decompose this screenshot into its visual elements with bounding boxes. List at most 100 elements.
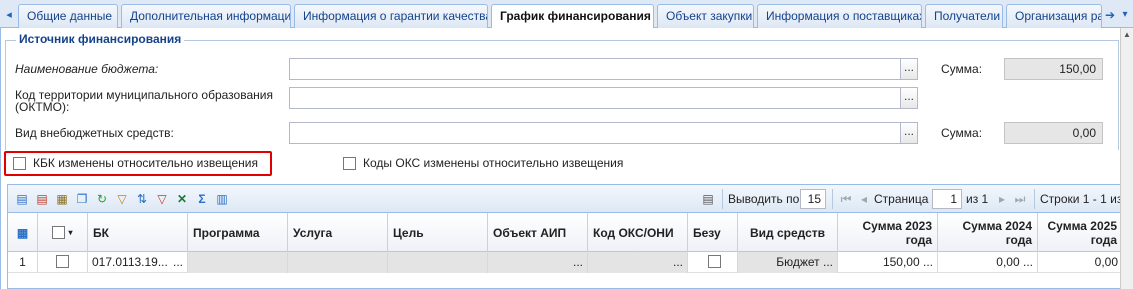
grid-toolbar: ▤ ▤ ▦ ❐ ↻ ▽ ⇅ ▽ ✕ Σ ▥ ▤ Выводить по 15 ⏮… — [8, 185, 1122, 213]
tabs-scroll-right-icon[interactable]: ➔ — [1103, 6, 1117, 24]
page-settings-icon[interactable]: ▤ — [700, 191, 716, 207]
tab-organization[interactable]: Организация раз — [1006, 4, 1102, 28]
page-size-value: 15 — [807, 192, 821, 206]
tab-content-panel: Источник финансирования Наименование бюд… — [0, 28, 1122, 289]
sum-budget-field: 150,00 — [1004, 58, 1103, 80]
table-row[interactable]: 1 017.0113.19...... ... ... Бюджет ... 1… — [8, 252, 1122, 273]
tab-label: Получатели — [934, 9, 1001, 23]
chevron-down-icon[interactable]: ▾ — [68, 228, 72, 237]
next-page-icon[interactable]: ▸ — [994, 191, 1010, 207]
tab-suppliers-info[interactable]: Информация о поставщиках — [757, 4, 922, 28]
oktmo-lookup-button[interactable]: ... — [900, 87, 918, 109]
toolbar-separator — [722, 189, 723, 209]
row-program — [188, 252, 288, 273]
last-page-icon[interactable]: ⏭ — [1012, 191, 1028, 207]
col-aip-object[interactable]: Объект АИП — [488, 213, 588, 252]
col-sum-2023-line2: года — [905, 232, 932, 247]
row-unconditional-checkbox[interactable] — [708, 255, 721, 268]
col-sum-2025-line1: Сумма 2025 — [1047, 218, 1117, 233]
budget-name-lookup-button[interactable]: ... — [900, 58, 918, 80]
prev-page-icon[interactable]: ◂ — [856, 191, 872, 207]
vertical-scrollbar[interactable]: ▲ — [1120, 28, 1133, 289]
page-size-input[interactable]: 15 — [800, 189, 826, 209]
column-settings-icon[interactable]: ▦ — [8, 213, 38, 252]
row-sum-2025-value: 0,00 — [1094, 255, 1118, 269]
row-aip-object[interactable]: ... — [488, 252, 588, 273]
row-fund-type[interactable]: Бюджет ... — [738, 252, 838, 273]
col-sum-2024[interactable]: Сумма 2024 года — [938, 213, 1038, 252]
row-bk-dots[interactable]: ... — [173, 252, 183, 272]
tabs-menu-icon[interactable]: ▾ — [1118, 6, 1132, 24]
row-sum-2025[interactable]: 0,00 — [1038, 252, 1122, 273]
col-oks-code[interactable]: Код ОКС/ОНИ — [588, 213, 688, 252]
row-select-checkbox[interactable] — [56, 255, 69, 268]
row-aip-dots[interactable]: ... — [573, 255, 583, 269]
col-sum-2025-line2: года — [1090, 232, 1117, 247]
select-all-checkbox[interactable] — [52, 226, 66, 239]
row-oks-code[interactable]: ... — [588, 252, 688, 273]
col-program[interactable]: Программа — [188, 213, 288, 252]
tab-label: Объект закупки — [666, 9, 753, 23]
select-all-header[interactable]: ▾ — [38, 213, 88, 252]
col-fund-type[interactable]: Вид средств — [738, 213, 838, 252]
col-fund-type-label: Вид средств — [749, 225, 826, 240]
col-sum-2023-line1: Сумма 2023 — [862, 218, 932, 233]
page-number-input[interactable]: 1 — [932, 189, 962, 209]
tab-additional-info[interactable]: Дополнительная информация — [121, 4, 291, 28]
row-select-cell — [38, 252, 88, 273]
clear-filter-icon[interactable]: ▽ — [154, 191, 170, 207]
sum-icon[interactable]: Σ — [194, 191, 210, 207]
tab-general[interactable]: Общие данные — [18, 4, 118, 28]
budget-name-input[interactable] — [289, 58, 901, 80]
first-page-icon[interactable]: ⏮ — [838, 191, 854, 207]
kbk-changed-label: КБК изменены относительно извещения — [33, 156, 258, 170]
tab-funding-schedule[interactable]: График финансирования — [491, 4, 654, 29]
scroll-up-icon[interactable]: ▲ — [1123, 30, 1131, 39]
tabs-scroll-left-icon[interactable]: ◂ — [2, 6, 16, 24]
col-sum-2024-line1: Сумма 2024 — [962, 218, 1032, 233]
page-of-label: из 1 — [966, 192, 989, 206]
copy-icon[interactable]: ❐ — [74, 191, 90, 207]
col-service-label: Услуга — [293, 225, 333, 240]
sum-budget-value: 150,00 — [1059, 62, 1096, 76]
row-sum-2023[interactable]: 150,00 ... — [838, 252, 938, 273]
row-bk[interactable]: 017.0113.19...... — [88, 252, 188, 273]
col-sum-2023[interactable]: Сумма 2023 года — [838, 213, 938, 252]
delete-row-icon[interactable]: ▤ — [34, 191, 50, 207]
sort-icon[interactable]: ⇅ — [134, 191, 150, 207]
edit-row-icon[interactable]: ▦ — [54, 191, 70, 207]
output-per-page-label: Выводить по — [728, 192, 800, 206]
col-bk[interactable]: БК — [88, 213, 188, 252]
tab-procurement-object[interactable]: Объект закупки — [657, 4, 754, 28]
dots-glyph: ... — [903, 89, 914, 103]
col-unconditional[interactable]: Безу — [688, 213, 738, 252]
col-sum-2023-label: Сумма 2023 года — [863, 219, 932, 247]
refresh-icon[interactable]: ↻ — [94, 191, 110, 207]
oktmo-input[interactable] — [289, 87, 901, 109]
tab-quality-guarantee[interactable]: Информация о гарантии качества — [294, 4, 488, 28]
col-oks-code-label: Код ОКС/ОНИ — [593, 225, 674, 240]
tab-recipients[interactable]: Получатели — [925, 4, 1003, 28]
row-bk-value: 017.0113.19... — [92, 255, 168, 269]
filter-icon[interactable]: ▽ — [114, 191, 130, 207]
kbk-changed-checkbox[interactable] — [13, 157, 26, 170]
offbudget-input[interactable] — [289, 122, 901, 144]
sum-label-budget: Сумма: — [941, 62, 983, 76]
offbudget-label: Вид внебюджетных средств: — [15, 126, 174, 140]
excel-export-icon[interactable]: ✕ — [174, 191, 190, 207]
settings-grid-icon[interactable]: ▥ — [214, 191, 230, 207]
row-sum-2023-value: 150,00 ... — [882, 255, 933, 269]
col-sum-2025[interactable]: Сумма 2025 года — [1038, 213, 1122, 252]
offbudget-lookup-button[interactable]: ... — [900, 122, 918, 144]
col-goal-label: Цель — [393, 225, 424, 240]
row-sum-2024[interactable]: 0,00 ... — [938, 252, 1038, 273]
col-goal[interactable]: Цель — [388, 213, 488, 252]
col-service[interactable]: Услуга — [288, 213, 388, 252]
budget-name-label: Наименование бюджета: — [15, 62, 159, 76]
row-oks-dots[interactable]: ... — [673, 255, 683, 269]
sum-offbudget-value: 0,00 — [1072, 126, 1096, 140]
row-unconditional-cell — [688, 252, 738, 273]
oks-changed-checkbox[interactable] — [343, 157, 356, 170]
funding-grid: ▤ ▤ ▦ ❐ ↻ ▽ ⇅ ▽ ✕ Σ ▥ ▤ Выводить по 15 ⏮… — [7, 184, 1122, 289]
add-row-icon[interactable]: ▤ — [14, 191, 30, 207]
